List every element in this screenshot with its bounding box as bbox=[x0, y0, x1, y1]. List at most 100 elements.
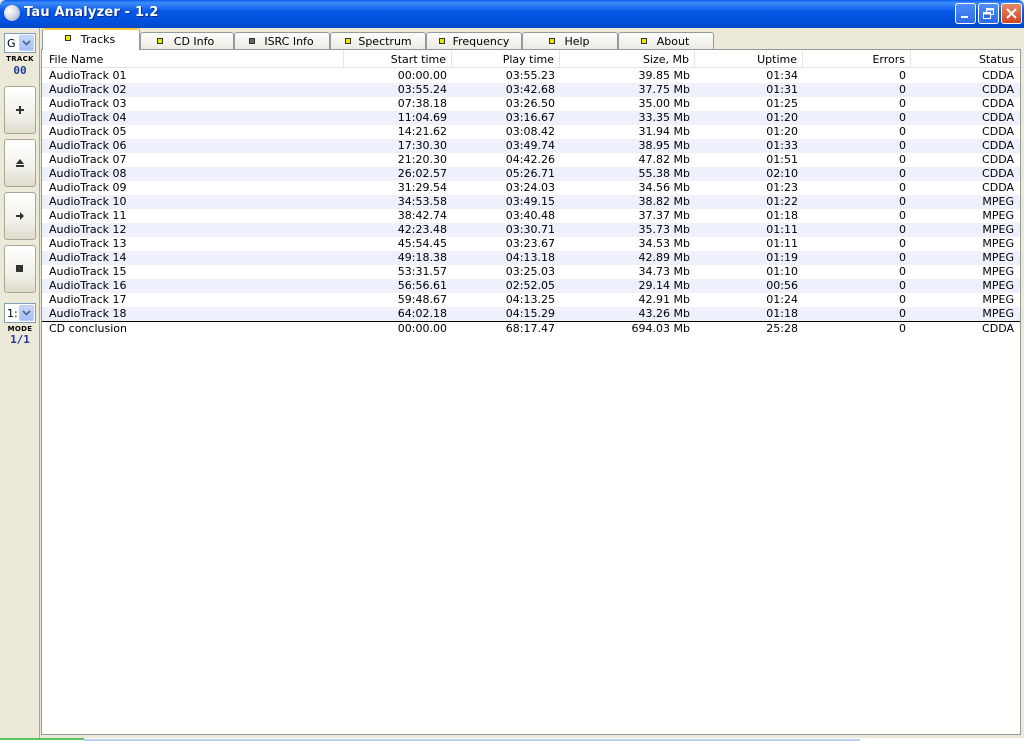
status-cell: CDDA bbox=[982, 111, 1014, 124]
table-row[interactable]: AudioTrack 15 53:31.57 03:25.03 34.73 Mb 01:… bbox=[42, 265, 1020, 279]
left-panel: G TRACK 00 1: MODE 1/1 bbox=[0, 28, 40, 738]
app-icon[interactable] bbox=[4, 5, 20, 21]
size-cell: 42.89 Mb bbox=[638, 251, 690, 264]
table-row[interactable]: AudioTrack 18 64:02.18 04:15.29 43.26 Mb 01:… bbox=[42, 307, 1020, 321]
play-time-cell: 05:26.71 bbox=[505, 167, 555, 180]
play-time-cell: 04:15.29 bbox=[505, 307, 555, 320]
table-row[interactable]: AudioTrack 16 56:56.61 02:52.05 29.14 Mb 00:… bbox=[42, 279, 1020, 293]
tab-label: CD Info bbox=[173, 35, 215, 48]
eject-icon bbox=[16, 159, 24, 167]
table-row[interactable]: AudioTrack 01 00:00.00 03:55.23 39.85 Mb 01:… bbox=[42, 69, 1020, 83]
errors-cell: 0 bbox=[899, 111, 906, 124]
bottom-edge bbox=[0, 738, 1024, 742]
file-name-cell: AudioTrack 04 bbox=[49, 111, 127, 124]
size-cell: 43.26 Mb bbox=[638, 307, 690, 320]
start-time-cell: 00:00.00 bbox=[397, 69, 447, 82]
table-row[interactable]: AudioTrack 12 42:23.48 03:30.71 35.73 Mb 01:… bbox=[42, 223, 1020, 237]
status-cell: MPEG bbox=[982, 293, 1014, 306]
play-button[interactable] bbox=[4, 192, 36, 240]
table-row[interactable]: AudioTrack 17 59:48.67 04:13.25 42.91 Mb 01:… bbox=[42, 293, 1020, 307]
column-header-status[interactable]: Status bbox=[911, 50, 1019, 68]
stop-icon bbox=[16, 265, 23, 272]
table-row[interactable]: AudioTrack 11 38:42.74 03:40.48 37.37 Mb 01:… bbox=[42, 209, 1020, 223]
uptime-cell: 01:31 bbox=[766, 83, 798, 96]
tab-tracks[interactable]: Tracks bbox=[42, 28, 140, 50]
size-cell: 34.53 Mb bbox=[638, 237, 690, 250]
errors-cell: 0 bbox=[899, 83, 906, 96]
column-header-play-time[interactable]: Play time bbox=[452, 50, 560, 68]
close-button[interactable] bbox=[1001, 3, 1022, 24]
table-row[interactable]: AudioTrack 02 03:55.24 03:42.68 37.75 Mb 01:… bbox=[42, 83, 1020, 97]
errors-cell: 0 bbox=[899, 125, 906, 138]
errors-cell: 0 bbox=[899, 279, 906, 292]
size-cell: 55.38 Mb bbox=[638, 167, 690, 180]
play-time-cell: 03:24.03 bbox=[505, 181, 555, 194]
size-cell: 29.14 Mb bbox=[638, 279, 690, 292]
chevron-down-icon[interactable] bbox=[19, 35, 34, 51]
table-row[interactable]: AudioTrack 04 11:04.69 03:16.67 33.35 Mb 01:… bbox=[42, 111, 1020, 125]
status-cell: MPEG bbox=[982, 279, 1014, 292]
play-time-cell: 68:17.47 bbox=[505, 322, 555, 335]
table-row[interactable]: AudioTrack 05 14:21.62 03:08.42 31.94 Mb 01:… bbox=[42, 125, 1020, 139]
errors-cell: 0 bbox=[899, 153, 906, 166]
table-row[interactable]: AudioTrack 08 26:02.57 05:26.71 55.38 Mb 02:… bbox=[42, 167, 1020, 181]
size-cell: 35.00 Mb bbox=[638, 97, 690, 110]
table-row[interactable]: AudioTrack 10 34:53.58 03:49.15 38.82 Mb 01:… bbox=[42, 195, 1020, 209]
tab-label: Help bbox=[564, 35, 590, 48]
start-time-cell: 56:56.61 bbox=[397, 279, 447, 292]
mode-select[interactable]: 1: bbox=[4, 303, 36, 323]
bottom-edge-blue bbox=[84, 739, 860, 741]
add-button[interactable] bbox=[4, 86, 36, 134]
column-header-errors[interactable]: Errors bbox=[803, 50, 911, 68]
tab-label: Tracks bbox=[80, 33, 116, 46]
column-header-size[interactable]: Size, Mb bbox=[560, 50, 695, 68]
mode-label: MODE bbox=[7, 325, 33, 333]
minimize-icon bbox=[961, 16, 968, 18]
uptime-cell: 01:24 bbox=[766, 293, 798, 306]
table-row[interactable]: AudioTrack 06 17:30.30 03:49.74 38.95 Mb 01:… bbox=[42, 139, 1020, 153]
play-time-cell: 03:49.74 bbox=[505, 139, 555, 152]
play-time-cell: 03:55.23 bbox=[505, 69, 555, 82]
restore-button[interactable] bbox=[978, 3, 999, 24]
play-time-cell: 03:40.48 bbox=[505, 209, 555, 222]
table-row[interactable]: AudioTrack 07 21:20.30 04:42.26 47.82 Mb 01:… bbox=[42, 153, 1020, 167]
uptime-cell: 01:10 bbox=[766, 265, 798, 278]
file-name-cell: AudioTrack 10 bbox=[49, 195, 127, 208]
file-name-cell: AudioTrack 13 bbox=[49, 237, 127, 250]
start-time-cell: 53:31.57 bbox=[397, 265, 447, 278]
column-header-file-name[interactable]: File Name bbox=[42, 50, 344, 68]
file-name-cell: CD conclusion bbox=[49, 322, 127, 335]
column-header-uptime[interactable]: Uptime bbox=[695, 50, 803, 68]
title-bar[interactable]: Tau Analyzer - 1.2 bbox=[0, 0, 1024, 28]
status-cell: CDDA bbox=[982, 97, 1014, 110]
file-name-cell: AudioTrack 08 bbox=[49, 167, 127, 180]
start-time-cell: 45:54.45 bbox=[397, 237, 447, 250]
status-cell: CDDA bbox=[982, 167, 1014, 180]
eject-button[interactable] bbox=[4, 139, 36, 187]
size-cell: 35.73 Mb bbox=[638, 223, 690, 236]
size-cell: 37.75 Mb bbox=[638, 83, 690, 96]
uptime-cell: 25:28 bbox=[766, 322, 798, 335]
errors-cell: 0 bbox=[899, 265, 906, 278]
status-cell: MPEG bbox=[982, 307, 1014, 320]
start-time-cell: 49:18.38 bbox=[397, 251, 447, 264]
table-row[interactable]: AudioTrack 14 49:18.38 04:13.18 42.89 Mb 01:… bbox=[42, 251, 1020, 265]
stop-button[interactable] bbox=[4, 245, 36, 293]
table-row[interactable]: AudioTrack 03 07:38.18 03:26.50 35.00 Mb 01:… bbox=[42, 97, 1020, 111]
track-label: TRACK bbox=[6, 55, 34, 63]
play-time-cell: 03:49.15 bbox=[505, 195, 555, 208]
start-time-cell: 03:55.24 bbox=[397, 83, 447, 96]
table-row[interactable]: AudioTrack 13 45:54.45 03:23.67 34.53 Mb 01:… bbox=[42, 237, 1020, 251]
table-row[interactable]: AudioTrack 09 31:29.54 03:24.03 34.56 Mb 01:… bbox=[42, 181, 1020, 195]
size-cell: 37.37 Mb bbox=[638, 209, 690, 222]
summary-row[interactable]: CD conclusion 00:00.00 68:17.47 694.03 Mb 25… bbox=[42, 321, 1020, 335]
drive-select[interactable]: G bbox=[4, 33, 36, 53]
errors-cell: 0 bbox=[899, 195, 906, 208]
mode-counter: 1/1 bbox=[10, 333, 30, 346]
errors-cell: 0 bbox=[899, 97, 906, 110]
status-cell: CDDA bbox=[982, 181, 1014, 194]
window-title: Tau Analyzer - 1.2 bbox=[24, 5, 159, 20]
minimize-button[interactable] bbox=[955, 3, 976, 24]
chevron-down-icon[interactable] bbox=[19, 305, 34, 321]
column-header-start-time[interactable]: Start time bbox=[344, 50, 452, 68]
